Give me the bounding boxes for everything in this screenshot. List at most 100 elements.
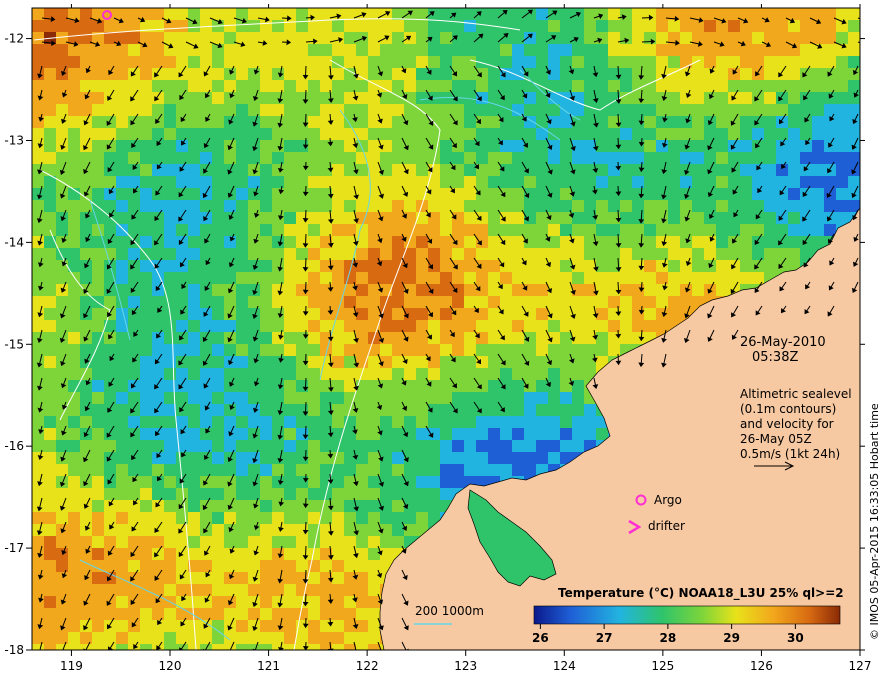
sst-cell [260,392,272,404]
sst-cell [464,308,476,320]
sst-cell [488,236,500,248]
sst-cell [152,548,164,560]
sst-cell [164,584,176,596]
sst-cell [668,248,680,260]
sst-cell [140,332,152,344]
sst-cell [464,260,476,272]
sst-cell [380,188,392,200]
sst-cell [620,260,632,272]
sst-cell [452,164,464,176]
sst-cell [428,284,440,296]
sst-cell [308,164,320,176]
sst-cell [416,68,428,80]
sst-cell [476,224,488,236]
sst-cell [440,308,452,320]
sst-cell [368,620,380,632]
sst-cell [404,320,416,332]
sst-cell [740,152,752,164]
sst-cell [452,44,464,56]
sst-cell [428,260,440,272]
sst-cell [440,356,452,368]
sst-cell [668,188,680,200]
sst-cell [668,212,680,224]
sst-cell [308,332,320,344]
sst-cell [284,392,296,404]
sst-cell [104,428,116,440]
sst-cell [464,464,476,476]
sst-cell [632,20,644,32]
sst-cell [764,224,776,236]
sst-cell [668,56,680,68]
sst-cell [212,428,224,440]
sst-cell [668,92,680,104]
sst-cell [464,164,476,176]
sst-cell [452,428,464,440]
sst-cell [644,212,656,224]
sst-cell [452,260,464,272]
sst-cell [92,272,104,284]
sst-cell [680,116,692,128]
sst-cell [344,452,356,464]
sst-cell [140,368,152,380]
sst-cell [92,368,104,380]
sst-cell [236,620,248,632]
sst-cell [836,152,848,164]
sst-cell [68,488,80,500]
sst-cell [332,632,344,644]
sst-cell [284,620,296,632]
sst-cell [836,188,848,200]
sst-cell [560,392,572,404]
sst-cell [740,200,752,212]
sst-cell [116,452,128,464]
sst-cell [68,584,80,596]
sst-cell [440,68,452,80]
sst-cell [788,200,800,212]
sst-cell [284,632,296,644]
sst-cell [164,452,176,464]
sst-cell [392,476,404,488]
sst-cell [68,608,80,620]
sst-cell [164,464,176,476]
sst-cell [188,392,200,404]
sst-cell [512,92,524,104]
sst-cell [668,140,680,152]
sst-cell [164,320,176,332]
sst-cell [212,260,224,272]
sst-cell [140,380,152,392]
sst-cell [44,296,56,308]
sst-cell [524,104,536,116]
sst-cell [188,476,200,488]
sst-cell [248,524,260,536]
sst-cell [92,608,104,620]
sst-cell [236,416,248,428]
sst-cell [404,272,416,284]
sst-cell [212,356,224,368]
sst-cell [512,380,524,392]
sst-cell [536,116,548,128]
sst-cell [92,464,104,476]
sst-cell [188,332,200,344]
sst-cell [356,116,368,128]
sst-cell [800,68,812,80]
sst-cell [332,380,344,392]
sst-cell [332,356,344,368]
sst-cell [92,488,104,500]
sst-cell [260,596,272,608]
sst-cell [368,212,380,224]
sst-cell [92,452,104,464]
sst-cell [152,92,164,104]
sst-cell [260,428,272,440]
sst-cell [176,308,188,320]
sst-cell [140,68,152,80]
sst-cell [152,404,164,416]
sst-cell [620,200,632,212]
sst-cell [164,128,176,140]
sst-cell [248,380,260,392]
sst-cell [644,320,656,332]
sst-cell [836,176,848,188]
sst-cell [452,344,464,356]
sst-cell [128,548,140,560]
sst-cell [140,320,152,332]
sst-cell [524,176,536,188]
sst-cell [284,608,296,620]
